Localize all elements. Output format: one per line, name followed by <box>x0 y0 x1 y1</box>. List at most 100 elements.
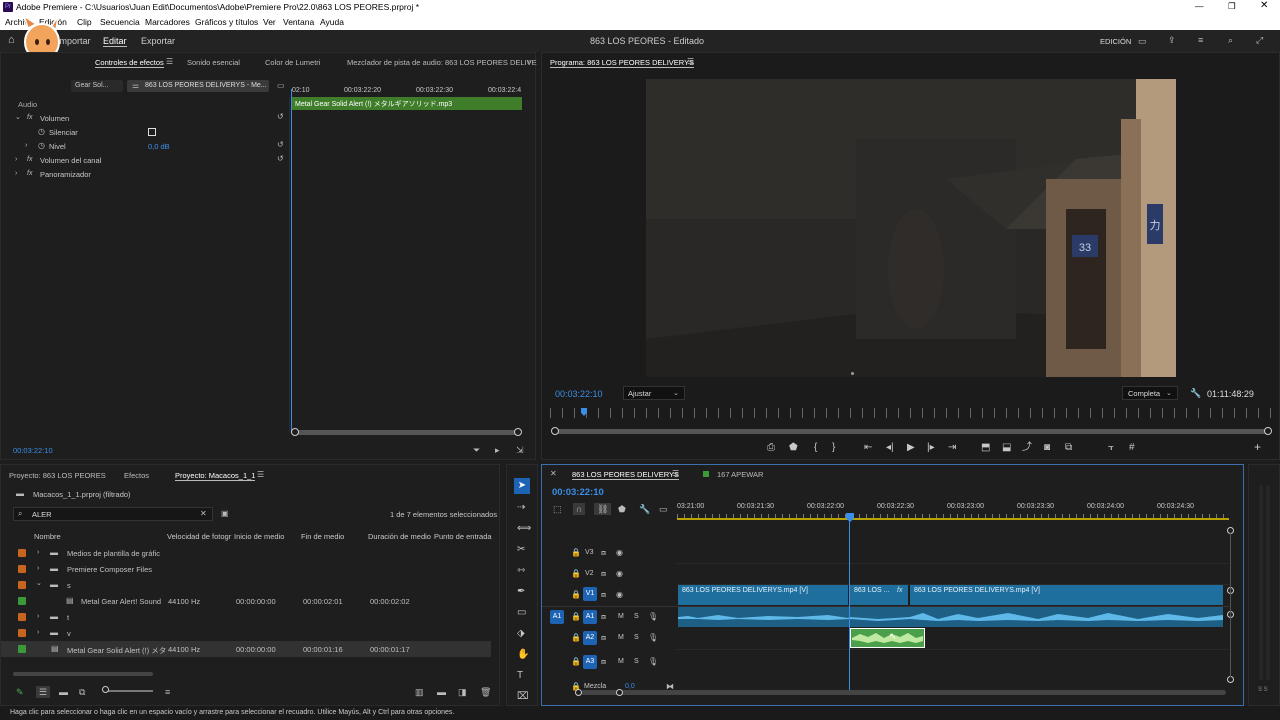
lift-icon[interactable]: ⬒ <box>981 443 990 453</box>
step-back-icon[interactable]: ◂| <box>886 443 894 453</box>
fullscreen-icon[interactable]: ⤢ <box>1256 35 1263 45</box>
sequence-clip-selector[interactable]: 863 LOS PEORES DELIVERYS - Me... <box>127 80 269 92</box>
zoom-slider[interactable] <box>105 690 153 692</box>
stopwatch-icon[interactable]: ◷ <box>38 127 45 137</box>
expand-icon[interactable]: › <box>37 564 39 574</box>
linked-selection-icon[interactable]: ⛓ <box>594 503 612 515</box>
solo-button[interactable]: S <box>634 634 639 641</box>
list-item[interactable]: › ▬ Premiere Composer Files <box>1 561 491 577</box>
microphone-icon[interactable]: 🎙 <box>648 612 658 622</box>
video-clip[interactable]: 863 LOS PEORES DELIVERYS.mp4 [V] <box>910 585 1223 605</box>
list-item[interactable]: ▤ Metal Gear Alert! Sound 44100 Hz 00:00… <box>1 593 491 609</box>
label-color-swatch[interactable] <box>18 565 26 573</box>
safe-margins-icon[interactable]: ⫟ <box>1108 443 1114 453</box>
tab-menu-icon[interactable]: ☰ <box>257 470 264 480</box>
tab-proyecto-863[interactable]: Proyecto: 863 LOS PEORES <box>9 471 106 480</box>
list-item[interactable]: › ▬ t <box>1 609 491 625</box>
col-fin[interactable]: Fin de medio <box>301 532 344 541</box>
type-tool-icon[interactable]: T <box>517 671 523 681</box>
menu-graficos[interactable]: Gráficos y títulos <box>195 17 258 27</box>
tab-efectos[interactable]: Efectos <box>124 471 149 480</box>
zoom-handle-right[interactable] <box>514 428 522 436</box>
caption-tool-icon[interactable]: ⌧ <box>517 692 529 702</box>
step-forward-icon[interactable]: |▸ <box>927 443 935 453</box>
maximize-button[interactable]: ❐ <box>1228 1 1236 12</box>
selection-tool-icon[interactable]: ➤ <box>514 478 530 494</box>
tab-controles-efectos[interactable]: Controles de efectos <box>95 58 164 68</box>
hand-tool-icon[interactable]: ✋ <box>517 650 529 660</box>
sync-lock-icon[interactable]: ⧈ <box>601 590 606 600</box>
list-item[interactable]: › ▬ v <box>1 625 491 641</box>
tab-sonido-esencial[interactable]: Sonido esencial <box>187 58 240 67</box>
workspace-mode[interactable]: EDICIÓN <box>1100 37 1131 46</box>
go-to-out-icon[interactable]: ⇥ <box>948 443 956 453</box>
sync-lock-icon[interactable]: ⧈ <box>601 612 606 622</box>
export-icon[interactable]: ⇲ <box>516 445 524 455</box>
sync-lock-icon[interactable]: ⧈ <box>601 569 606 579</box>
label-color-swatch[interactable] <box>18 597 26 605</box>
grid-icon[interactable]: # <box>1129 443 1135 453</box>
razor-tool-icon[interactable]: ✂ <box>517 545 525 555</box>
freeform-view-icon[interactable]: ⧉ <box>79 687 85 697</box>
tab-menu-icon[interactable]: ☰ <box>672 469 679 479</box>
timeline-timecode[interactable]: 00:03:22:10 <box>552 487 604 498</box>
search-input[interactable]: ALER <box>32 510 52 519</box>
video-clip[interactable]: 863 LOS PEORES DELIVERYS.mp4 [V] <box>678 585 848 605</box>
wrench-icon[interactable]: 🔧 <box>1190 388 1201 398</box>
timeline-playhead[interactable] <box>849 521 850 691</box>
label-color-swatch[interactable] <box>18 613 26 621</box>
source-clip-selector[interactable]: Gear Sol... <box>71 80 123 92</box>
rectangle-tool-icon[interactable]: ▭ <box>517 608 526 618</box>
minimize-button[interactable]: — <box>1195 1 1204 11</box>
tab-sequence-167[interactable]: 167 APEWAR <box>717 470 763 479</box>
lock-icon[interactable]: 🔒 <box>571 569 581 579</box>
eye-icon[interactable]: ◉ <box>616 569 623 579</box>
eye-icon[interactable]: ◉ <box>616 590 623 600</box>
expand-icon[interactable]: › <box>37 548 39 558</box>
v-scroll-handle[interactable] <box>1227 676 1234 683</box>
zoom-handle-right[interactable] <box>616 689 623 696</box>
source-patch-a1[interactable]: A1 <box>550 610 564 624</box>
col-duracion[interactable]: Duración de medio <box>368 532 431 541</box>
silenciar-checkbox[interactable] <box>148 128 156 136</box>
timeline-ruler[interactable]: 03:21:00 00:03:21:30 00:03:22:00 00:03:2… <box>677 501 1229 521</box>
effect-timeline-ruler[interactable]: 02:10 00:03:22:20 00:03:22:30 00:03:22:4 <box>292 85 524 97</box>
new-item-icon[interactable]: ◨ <box>458 687 467 697</box>
collapse-icon[interactable]: ⌄ <box>36 579 42 589</box>
panel-toggle-icon[interactable]: ▭ <box>277 81 285 91</box>
stopwatch-icon[interactable]: ◷ <box>38 141 45 151</box>
automate-icon[interactable]: ▥ <box>415 687 424 697</box>
zoom-slider-thumb[interactable] <box>102 686 109 693</box>
pencil-icon[interactable]: ✎ <box>16 687 24 697</box>
col-punto-entrada[interactable]: Punto de entrada <box>434 532 492 541</box>
sync-lock-icon[interactable]: ⧈ <box>601 633 606 643</box>
nest-icon[interactable]: ⬚ <box>553 504 562 514</box>
close-button[interactable]: ✕ <box>1260 0 1268 11</box>
extract-icon[interactable]: ⬓ <box>1002 443 1011 453</box>
mute-button[interactable]: M <box>618 634 624 641</box>
effect-playhead[interactable] <box>291 89 292 433</box>
reset-nivel-icon[interactable]: ↺ <box>277 140 284 150</box>
nivel-value[interactable]: 0,0 dB <box>148 142 170 151</box>
zoom-handle-left[interactable] <box>551 427 559 435</box>
ripple-edit-tool-icon[interactable]: ⟺ <box>517 524 531 534</box>
col-velocidad[interactable]: Velocidad de fotogr <box>167 532 231 541</box>
zoom-handle-right[interactable] <box>1264 427 1272 435</box>
mark-out-icon[interactable]: } <box>832 443 835 453</box>
reset-canal-icon[interactable]: ↺ <box>277 154 284 164</box>
program-zoom-scrollbar[interactable] <box>556 429 1268 434</box>
reset-volumen-icon[interactable]: ↺ <box>277 112 284 122</box>
lock-icon[interactable]: 🔒 <box>571 612 581 622</box>
track-target-a1[interactable]: A1 <box>583 610 597 624</box>
workspace-tab-exportar[interactable]: Exportar <box>141 36 175 46</box>
sync-lock-icon[interactable]: ⧈ <box>601 548 606 558</box>
icon-view-icon[interactable]: ▬ <box>59 687 68 697</box>
mix-value[interactable]: 0,0 <box>625 683 635 690</box>
project-hscrollbar[interactable] <box>13 672 153 676</box>
list-item[interactable]: › ▬ Medios de plantilla de gráfic <box>1 545 491 561</box>
track-target-a3[interactable]: A3 <box>583 655 597 669</box>
expand-canal-icon[interactable]: › <box>15 155 17 165</box>
v-scroll-track[interactable] <box>1230 533 1231 677</box>
effect-zoom-scrollbar[interactable] <box>295 430 519 435</box>
tab-menu-icon[interactable]: ☰ <box>687 57 694 67</box>
